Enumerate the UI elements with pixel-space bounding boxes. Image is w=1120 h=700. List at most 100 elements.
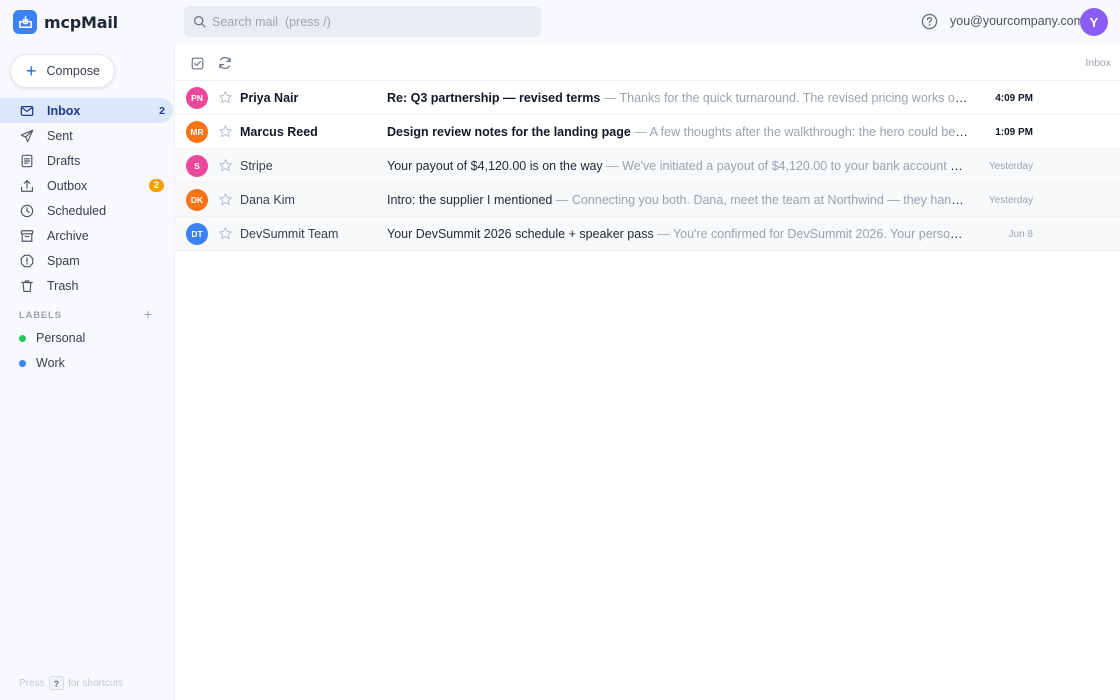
- sidebar-item-label: Trash: [47, 278, 79, 293]
- help-icon[interactable]: [921, 13, 938, 30]
- separator: —: [602, 159, 623, 173]
- email-row[interactable]: DK Dana Kim Intro: the supplier I mentio…: [175, 183, 1120, 217]
- email-time: 1:09 PM: [995, 127, 1033, 138]
- sidebar-item-spam[interactable]: Spam: [0, 248, 173, 273]
- label-dot: [19, 334, 26, 342]
- sidebar-item-archive[interactable]: Archive: [0, 223, 173, 248]
- label-work[interactable]: Work: [19, 353, 65, 373]
- email-preview: We've initiated a payout of $4,120.00 to…: [622, 159, 969, 173]
- email-subject: Your payout of $4,120.00 is on the way: [387, 159, 603, 173]
- add-label-icon[interactable]: +: [144, 306, 152, 322]
- email-list: PN Priya Nair Re: Q3 partnership — revis…: [175, 81, 1120, 251]
- sidebar-item-label: Outbox: [47, 178, 88, 193]
- spam-icon: [19, 253, 34, 268]
- sender-avatar: DT: [186, 223, 208, 245]
- email-time: 4:09 PM: [995, 93, 1033, 104]
- archive-icon: [19, 228, 34, 243]
- send-icon: [19, 128, 34, 143]
- inbox-icon: [19, 103, 34, 118]
- email-time: Yesterday: [988, 195, 1033, 206]
- sidebar-item-label: Sent: [47, 128, 73, 143]
- email-subject: Your DevSummit 2026 schedule + speaker p…: [387, 227, 654, 241]
- clock-icon: [19, 203, 34, 218]
- email-subject: Intro: the supplier I mentioned: [387, 193, 553, 207]
- sender-name: Priya Nair: [240, 91, 299, 105]
- email-preview: Thanks for the quick turnaround. The rev…: [619, 91, 969, 105]
- email-time: Jun 8: [1008, 229, 1033, 240]
- trash-icon: [19, 278, 34, 293]
- shortcut-hint-suffix: for shortcuts: [68, 677, 124, 689]
- search-icon: [193, 15, 206, 28]
- select-all-icon[interactable]: [189, 55, 205, 71]
- plus-icon: +: [26, 61, 37, 81]
- list-toolbar: Inbox: [175, 44, 1120, 81]
- label-personal[interactable]: Personal: [19, 328, 85, 348]
- shortcut-key: ?: [48, 676, 65, 690]
- brand[interactable]: mcpMail: [13, 10, 118, 34]
- email-subject: Design review notes for the landing page: [387, 125, 631, 139]
- star-icon[interactable]: [218, 192, 233, 207]
- sender-avatar: PN: [186, 87, 208, 109]
- label-name: Personal: [36, 331, 86, 345]
- email-preview: Connecting you both. Dana, meet the team…: [571, 193, 969, 207]
- sender-name: DevSummit Team: [240, 227, 339, 241]
- star-icon[interactable]: [218, 90, 233, 105]
- sidebar-item-trash[interactable]: Trash: [0, 273, 173, 298]
- refresh-icon[interactable]: [217, 55, 233, 71]
- star-icon[interactable]: [218, 226, 233, 241]
- message-snippet: Your payout of $4,120.00 is on the way —…: [387, 159, 969, 173]
- sidebar-item-label: Scheduled: [47, 203, 107, 218]
- sidebar-item-label: Spam: [47, 253, 80, 268]
- email-preview: A few thoughts after the walkthrough: th…: [649, 125, 969, 139]
- sender-name: Marcus Reed: [240, 125, 318, 139]
- sender-avatar: DK: [186, 189, 208, 211]
- sidebar-item-sent[interactable]: Sent: [0, 123, 173, 148]
- unread-count: 2: [159, 104, 165, 117]
- separator: —: [630, 125, 650, 139]
- message-snippet: Design review notes for the landing page…: [387, 125, 969, 139]
- sidebar-item-outbox[interactable]: Outbox 2: [0, 173, 173, 198]
- search-input[interactable]: [212, 14, 512, 29]
- outbox-badge: 2: [149, 179, 164, 192]
- email-preview: You're confirmed for DevSummit 2026. You…: [672, 227, 969, 241]
- email-time: Yesterday: [988, 161, 1033, 172]
- email-row[interactable]: MR Marcus Reed Design review notes for t…: [175, 115, 1120, 149]
- message-snippet: Intro: the supplier I mentioned — Connec…: [387, 193, 969, 207]
- labels-heading: LABELS: [19, 310, 62, 321]
- label-dot: [19, 359, 26, 367]
- sender-avatar: MR: [186, 121, 208, 143]
- email-row[interactable]: PN Priya Nair Re: Q3 partnership — revis…: [175, 81, 1120, 115]
- separator: —: [653, 227, 673, 241]
- sidebar: + Compose Inbox 2 Sent Drafts Outbox 2 S…: [0, 44, 175, 700]
- account-email[interactable]: you@yourcompany.com: [950, 14, 1084, 28]
- search-bar[interactable]: [184, 6, 541, 37]
- message-snippet: Your DevSummit 2026 schedule + speaker p…: [387, 227, 969, 241]
- message-list-pane: Inbox PN Priya Nair Re: Q3 partnership —…: [175, 44, 1120, 700]
- sender-name: Dana Kim: [240, 193, 295, 207]
- folder-nav: Inbox 2 Sent Drafts Outbox 2 Scheduled A…: [0, 98, 175, 298]
- sender-avatar: S: [186, 155, 208, 177]
- message-snippet: Re: Q3 partnership — revised terms — Tha…: [387, 91, 969, 105]
- user-avatar[interactable]: Y: [1080, 8, 1108, 36]
- shortcut-hint: Press ? for shortcuts: [19, 676, 123, 690]
- draft-icon: [19, 153, 34, 168]
- top-bar: mcpMail you@yourcompany.com Y: [0, 0, 1120, 44]
- sidebar-item-label: Drafts: [47, 153, 81, 168]
- star-icon[interactable]: [218, 158, 233, 173]
- current-folder-label: Inbox: [1085, 57, 1111, 69]
- email-row[interactable]: DT DevSummit Team Your DevSummit 2026 sc…: [175, 217, 1120, 251]
- sidebar-item-label: Archive: [47, 228, 89, 243]
- compose-label: Compose: [46, 64, 101, 78]
- compose-button[interactable]: + Compose: [10, 54, 115, 88]
- separator: —: [552, 193, 572, 207]
- sidebar-item-inbox[interactable]: Inbox 2: [0, 98, 173, 123]
- mail-logo-icon: [13, 10, 37, 34]
- sidebar-item-drafts[interactable]: Drafts: [0, 148, 173, 173]
- outbox-icon: [19, 178, 34, 193]
- email-row[interactable]: S Stripe Your payout of $4,120.00 is on …: [175, 149, 1120, 183]
- shortcut-hint-prefix: Press: [19, 677, 45, 689]
- sidebar-item-scheduled[interactable]: Scheduled: [0, 198, 173, 223]
- label-name: Work: [36, 356, 65, 370]
- star-icon[interactable]: [218, 124, 233, 139]
- app-name: mcpMail: [44, 12, 118, 32]
